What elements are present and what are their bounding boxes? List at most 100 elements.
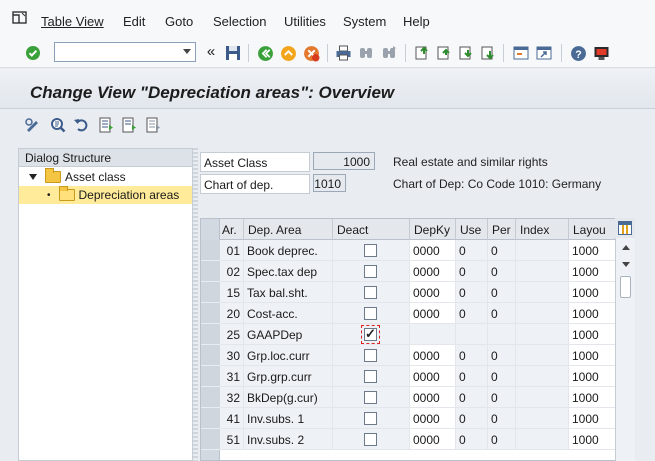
- next-page-icon[interactable]: [457, 44, 475, 62]
- cell-area: 32: [220, 387, 244, 408]
- new-session-icon[interactable]: [512, 44, 530, 62]
- menu-system[interactable]: System: [343, 14, 386, 29]
- cell-depky[interactable]: 0000: [410, 282, 456, 303]
- display-change-icon[interactable]: [25, 117, 41, 133]
- cell-layout[interactable]: 1000: [569, 366, 616, 387]
- find-next-icon[interactable]: [380, 44, 398, 62]
- find-icon[interactable]: [357, 44, 375, 62]
- enter-icon[interactable]: [24, 44, 42, 62]
- history-back-icon[interactable]: «: [202, 42, 220, 60]
- menu-bar: Table View Edit Goto Selection Utilities…: [0, 0, 655, 38]
- scroll-up-icon[interactable]: [622, 245, 630, 250]
- cell-depky[interactable]: 0000: [410, 366, 456, 387]
- standard-toolbar: « ?: [0, 38, 655, 68]
- menu-help[interactable]: Help: [403, 14, 430, 29]
- deact-checkbox[interactable]: [364, 286, 377, 299]
- deact-checkbox[interactable]: [364, 433, 377, 446]
- cell-layout[interactable]: 1000: [569, 408, 616, 429]
- shortcut-icon[interactable]: [535, 44, 553, 62]
- cell-depky[interactable]: 0000: [410, 345, 456, 366]
- table-settings-icon[interactable]: [615, 218, 635, 239]
- row-selector[interactable]: [201, 261, 220, 282]
- tree-node-depreciation-areas[interactable]: • Depreciation areas: [19, 186, 192, 204]
- deact-checkbox[interactable]: [364, 349, 377, 362]
- expand-triangle-icon[interactable]: [29, 174, 37, 180]
- cell-layout[interactable]: 1000: [569, 261, 616, 282]
- menu-edit[interactable]: Edit: [123, 14, 145, 29]
- row-selector[interactable]: [201, 408, 220, 429]
- cell-depky[interactable]: 0000: [410, 408, 456, 429]
- cell-layout[interactable]: 1000: [569, 345, 616, 366]
- select-all-icon[interactable]: [98, 117, 114, 133]
- column-header-use[interactable]: Use: [456, 219, 488, 240]
- column-header-depky[interactable]: DepKy: [410, 219, 456, 240]
- tree-node-label: Asset class: [65, 170, 126, 184]
- select-block-icon[interactable]: [121, 117, 137, 133]
- customize-layout-icon[interactable]: [592, 44, 610, 62]
- menu-utilities[interactable]: Utilities: [284, 14, 326, 29]
- cell-layout[interactable]: 1000: [569, 324, 616, 345]
- cell-layout[interactable]: 1000: [569, 282, 616, 303]
- splitter[interactable]: [193, 148, 198, 461]
- menu-goto[interactable]: Goto: [165, 14, 193, 29]
- bullet-icon: •: [47, 189, 51, 201]
- chevron-down-icon[interactable]: [183, 49, 191, 54]
- row-selector[interactable]: [201, 324, 220, 345]
- row-selector[interactable]: [201, 366, 220, 387]
- column-header-index[interactable]: Index: [516, 219, 569, 240]
- deact-checkbox[interactable]: [364, 391, 377, 404]
- deact-checkbox[interactable]: [364, 370, 377, 383]
- print-icon[interactable]: [334, 44, 352, 62]
- column-header-layout[interactable]: Layou: [569, 219, 616, 240]
- menu-selection[interactable]: Selection: [213, 14, 266, 29]
- column-header-per[interactable]: Per: [488, 219, 516, 240]
- cell-index: [516, 261, 569, 282]
- help-icon[interactable]: ?: [569, 44, 587, 62]
- menu-icon[interactable]: [12, 11, 28, 25]
- cell-per: 0: [488, 429, 516, 450]
- deact-checkbox[interactable]: [364, 307, 377, 320]
- column-header-area[interactable]: Ar.: [220, 219, 244, 240]
- cell-index: [516, 324, 569, 345]
- last-page-icon[interactable]: [479, 44, 497, 62]
- cell-layout[interactable]: 1000: [569, 303, 616, 324]
- row-selector[interactable]: [201, 282, 220, 303]
- row-selector[interactable]: [201, 429, 220, 450]
- cell-depky[interactable]: 0000: [410, 261, 456, 282]
- cell-depky[interactable]: 0000: [410, 303, 456, 324]
- tree-node-asset-class[interactable]: Asset class: [19, 168, 126, 186]
- deact-checkbox[interactable]: [364, 265, 377, 278]
- cell-depky[interactable]: 0000: [410, 240, 456, 261]
- previous-page-icon[interactable]: [435, 44, 453, 62]
- scroll-down-icon[interactable]: [622, 262, 630, 267]
- cell-depky[interactable]: 0000: [410, 429, 456, 450]
- cell-depky[interactable]: 0000: [410, 387, 456, 408]
- menu-table-view[interactable]: Table View: [41, 14, 104, 29]
- command-field[interactable]: [54, 42, 196, 62]
- cell-layout[interactable]: 1000: [569, 387, 616, 408]
- save-icon[interactable]: [224, 44, 242, 62]
- application-toolbar: [0, 110, 655, 140]
- column-header-deact[interactable]: Deact: [333, 219, 410, 240]
- scroll-thumb[interactable]: [620, 276, 631, 298]
- row-selector[interactable]: [201, 345, 220, 366]
- tree-node-label: Depreciation areas: [78, 188, 180, 202]
- deact-checkbox[interactable]: [364, 412, 377, 425]
- deselect-all-icon[interactable]: [145, 117, 161, 133]
- deact-checkbox[interactable]: [364, 244, 377, 257]
- exit-icon[interactable]: [279, 44, 297, 62]
- cell-layout[interactable]: 1000: [569, 429, 616, 450]
- cancel-icon[interactable]: [302, 44, 320, 62]
- table-scrollbar[interactable]: [615, 238, 635, 461]
- details-icon[interactable]: [50, 117, 66, 133]
- cell-use: 0: [456, 366, 488, 387]
- cell-layout[interactable]: 1000: [569, 240, 616, 261]
- row-selector[interactable]: [201, 240, 220, 261]
- deact-checkbox[interactable]: [361, 325, 380, 344]
- back-icon[interactable]: [256, 44, 274, 62]
- column-header-dep-area[interactable]: Dep. Area: [244, 219, 333, 240]
- row-selector[interactable]: [201, 387, 220, 408]
- undo-icon[interactable]: [73, 117, 89, 133]
- first-page-icon[interactable]: [413, 44, 431, 62]
- row-selector[interactable]: [201, 303, 220, 324]
